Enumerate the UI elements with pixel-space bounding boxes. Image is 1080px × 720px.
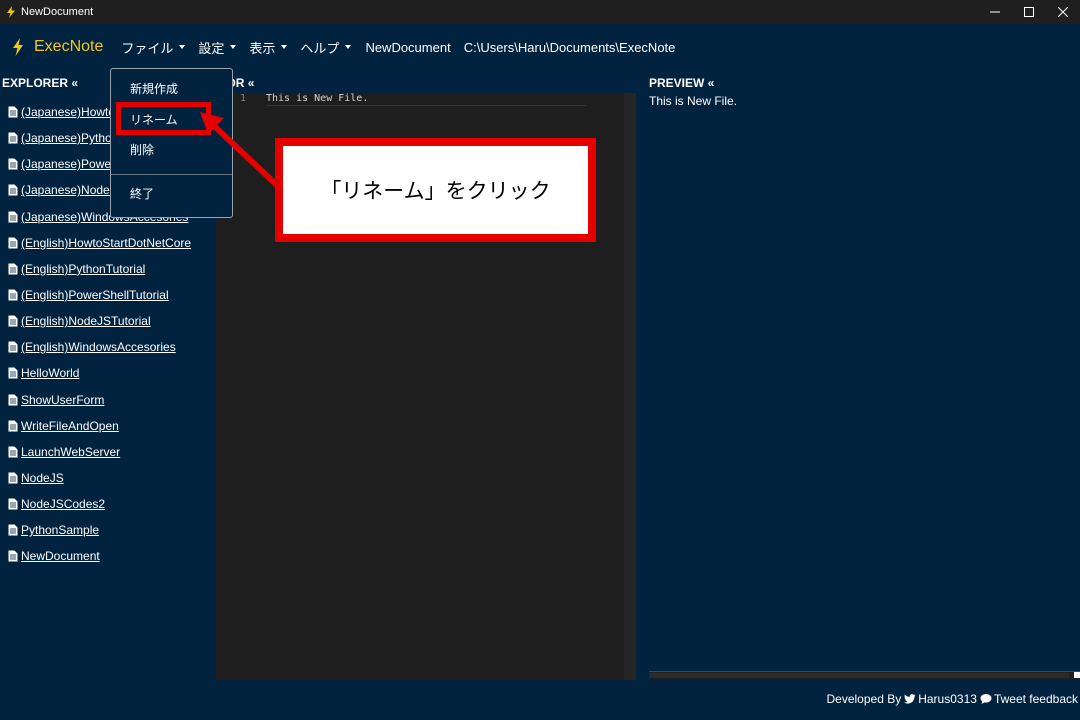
- developed-by-label: Developed By: [826, 692, 902, 706]
- caret-down-icon: [345, 45, 352, 49]
- document-icon: [8, 498, 18, 510]
- lightning-icon: [7, 6, 15, 18]
- document-name: NewDocument: [365, 39, 451, 55]
- app-header: ExecNote ファイル 設定 表示 ヘルプ NewDocument C:\U…: [0, 24, 1080, 70]
- document-icon: [8, 341, 18, 353]
- document-icon: [8, 315, 18, 327]
- preview-panel: PREVIEW « This is New File.: [636, 70, 1080, 680]
- window-titlebar: NewDocument: [0, 0, 1080, 24]
- file-item[interactable]: NodeJSCodes2: [8, 491, 204, 517]
- file-item[interactable]: HelloWorld: [8, 360, 204, 386]
- document-icon: [8, 524, 18, 536]
- document-icon: [8, 446, 18, 458]
- file-item[interactable]: PythonSample: [8, 517, 204, 543]
- document-icon: [8, 263, 18, 275]
- file-item[interactable]: (English)WindowsAccesories: [8, 334, 204, 360]
- tweet-feedback-link[interactable]: Tweet feedback: [994, 692, 1078, 706]
- file-label: WriteFileAndOpen: [21, 418, 119, 433]
- menu-settings[interactable]: 設定: [198, 38, 237, 57]
- document-icon: [8, 132, 18, 144]
- menu-item-delete[interactable]: 削除: [130, 141, 154, 158]
- file-label: NodeJS: [21, 471, 64, 486]
- menu-item-exit[interactable]: 終了: [130, 185, 154, 202]
- menu-view-label: 表示: [249, 41, 276, 57]
- minimize-button[interactable]: [978, 0, 1012, 24]
- file-label: (English)WindowsAccesories: [21, 340, 176, 355]
- file-label: (English)HowtoStartDotNetCore: [21, 235, 192, 250]
- close-icon: [1058, 7, 1068, 17]
- line-number: 1: [240, 93, 247, 104]
- explorer-header[interactable]: EXPLORER «: [2, 76, 78, 90]
- brand[interactable]: ExecNote: [11, 38, 103, 56]
- main-menu: ファイル 設定 表示 ヘルプ NewDocument C:\Users\Haru…: [121, 38, 675, 57]
- caret-down-icon: [230, 45, 237, 49]
- scroll-corner: [1074, 672, 1080, 678]
- document-icon: [8, 394, 18, 406]
- document-icon: [8, 550, 18, 562]
- lightning-icon: [13, 38, 23, 56]
- file-item[interactable]: WriteFileAndOpen: [8, 413, 204, 439]
- callout-text: 「リネーム」をクリック: [320, 179, 551, 203]
- file-item[interactable]: (English)HowtoStartDotNetCore: [8, 230, 204, 256]
- window-title: NewDocument: [21, 6, 94, 18]
- preview-text: This is New File.: [649, 94, 738, 108]
- preview-horizontal-scrollbar[interactable]: [649, 671, 1080, 679]
- annotation-callout: 「リネーム」をクリック: [275, 138, 596, 242]
- menu-help-label: ヘルプ: [300, 41, 340, 57]
- caret-down-icon: [281, 45, 288, 49]
- file-item[interactable]: LaunchWebServer: [8, 439, 204, 465]
- document-icon: [8, 106, 18, 118]
- file-item[interactable]: (English)PythonTutorial: [8, 256, 204, 282]
- twitter-icon: [904, 694, 916, 704]
- document-icon: [8, 289, 18, 301]
- file-item[interactable]: ShowUserForm: [8, 387, 204, 413]
- file-label: LaunchWebServer: [21, 444, 121, 459]
- file-label: (English)PythonTutorial: [21, 261, 146, 276]
- document-icon: [8, 472, 18, 484]
- window-controls: [978, 0, 1080, 24]
- file-label: (English)NodeJSTutorial: [21, 314, 151, 329]
- menu-file-label: ファイル: [121, 41, 174, 57]
- file-label: HelloWorld: [21, 366, 80, 381]
- file-item[interactable]: NodeJS: [8, 465, 204, 491]
- document-icon: [8, 158, 18, 170]
- maximize-icon: [1024, 7, 1034, 17]
- menu-view[interactable]: 表示: [249, 38, 288, 57]
- current-line-indicator: [266, 105, 586, 106]
- editor-scrollbar[interactable]: [624, 93, 636, 680]
- document-icon: [8, 184, 18, 196]
- document-icon: [8, 237, 18, 249]
- file-label: (English)PowerShellTutorial: [21, 288, 169, 303]
- document-icon: [8, 367, 18, 379]
- file-label: NewDocument: [21, 549, 100, 564]
- code-line[interactable]: This is New File.: [266, 93, 368, 104]
- menu-item-new[interactable]: 新規作成: [130, 80, 178, 97]
- scrollbar-thumb[interactable]: [649, 673, 1069, 678]
- file-item[interactable]: NewDocument: [8, 543, 204, 569]
- file-label: PythonSample: [21, 523, 100, 538]
- editor-header-bar: ITOR «: [216, 70, 636, 93]
- document-icon: [8, 211, 18, 223]
- close-button[interactable]: [1046, 0, 1080, 24]
- preview-header[interactable]: PREVIEW «: [649, 76, 714, 90]
- minimize-icon: [990, 11, 1000, 13]
- caret-down-icon: [179, 45, 186, 49]
- file-label: NodeJSCodes2: [21, 497, 106, 512]
- document-path: C:\Users\Haru\Documents\ExecNote: [463, 39, 676, 55]
- author-link[interactable]: Harus0313: [918, 692, 977, 706]
- file-item[interactable]: (English)PowerShellTutorial: [8, 282, 204, 308]
- file-item[interactable]: (English)NodeJSTutorial: [8, 308, 204, 334]
- comment-icon: [980, 694, 992, 704]
- brand-name: ExecNote: [34, 38, 104, 55]
- menu-help[interactable]: ヘルプ: [300, 38, 352, 57]
- menu-file[interactable]: ファイル: [121, 38, 186, 57]
- maximize-button[interactable]: [1012, 0, 1046, 24]
- file-label: ShowUserForm: [21, 392, 105, 407]
- document-icon: [8, 420, 18, 432]
- menu-settings-label: 設定: [198, 41, 225, 57]
- footer: Developed By Harus0313 Tweet feedback: [827, 692, 1079, 706]
